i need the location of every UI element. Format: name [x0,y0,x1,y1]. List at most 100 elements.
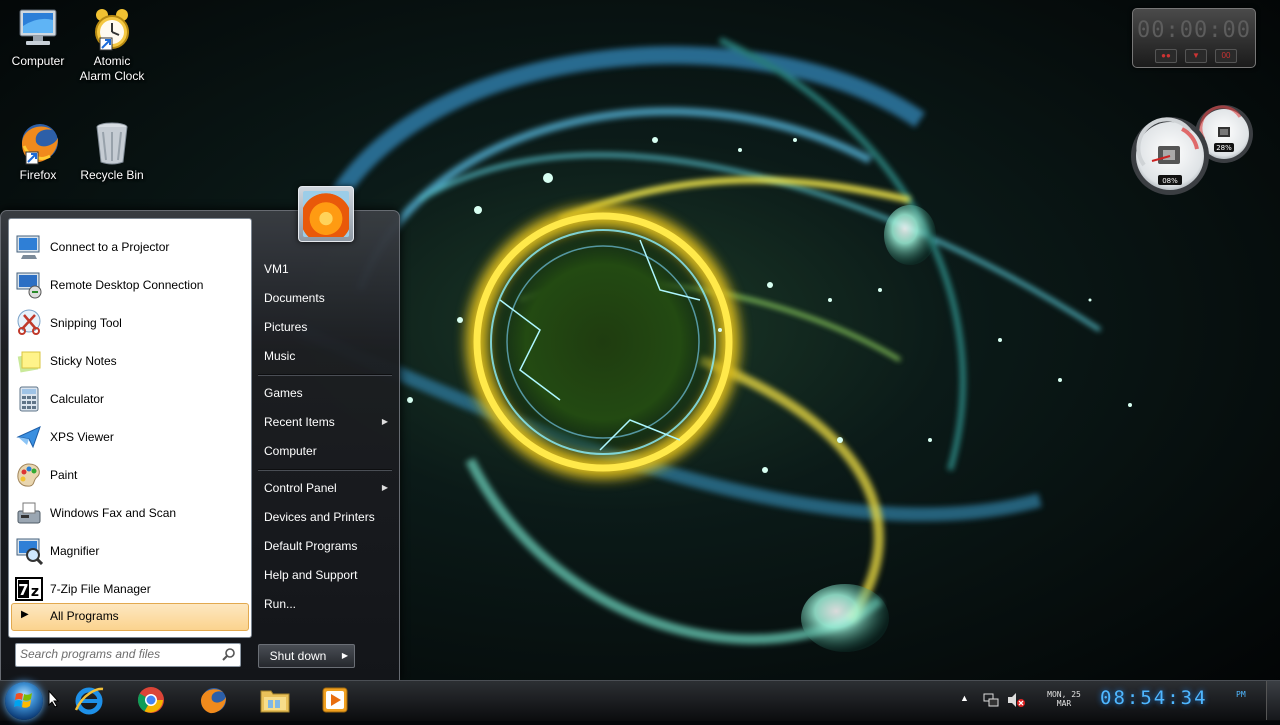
stopwatch-gadget[interactable]: 00:00:00 ●● ▼ 00 [1132,8,1256,68]
program-calculator[interactable]: Calculator [13,381,249,417]
clock-day: MON, 25 [1047,690,1081,699]
right-link-help-and-support[interactable]: Help and Support [256,562,392,588]
link-label: Run... [264,597,297,611]
submenu-arrow-icon: ▶ [381,483,388,492]
menu-separator [258,469,392,471]
show-desktop-button[interactable] [1266,681,1280,720]
search-input[interactable] [20,646,216,662]
taskbar-firefox[interactable] [188,683,238,717]
user-account-picture[interactable] [298,186,354,242]
right-link-music[interactable]: Music [256,343,392,369]
cpu-meter-gadget[interactable]: 28% 08% [1130,103,1256,197]
fax-icon [13,497,45,529]
media-player-icon [322,687,348,713]
menu-separator [258,374,392,376]
flower-picture [303,191,349,237]
show-hidden-icons-button[interactable]: ▲ [960,693,969,703]
right-link-run[interactable]: Run... [256,591,392,617]
stopwatch-start-button[interactable]: ●● [1155,49,1177,63]
taskbar-windows-explorer[interactable] [250,683,300,717]
stopwatch-menu-button[interactable]: ▼ [1185,49,1207,63]
right-link-default-programs[interactable]: Default Programs [256,533,392,559]
all-programs-label: All Programs [50,609,119,623]
right-link-devices-and-printers[interactable]: Devices and Printers [256,504,392,530]
program-remote-desktop-connection[interactable]: Remote Desktop Connection [13,267,249,303]
sticky-notes-icon [13,345,45,377]
7zip-icon: 7z [13,573,45,605]
clock-ampm: PM [1236,690,1246,699]
magnifier-icon [13,535,45,567]
taskbar-chrome[interactable] [126,683,176,717]
desktop-icon-atomic-alarm-clock[interactable]: Atomic Alarm Clock [74,6,150,84]
ram-percent-label: 28% [1216,144,1232,152]
desktop-icon-recycle-bin[interactable]: Recycle Bin [74,120,150,183]
internet-explorer-icon [74,687,104,715]
clock-date[interactable]: MON, 25 MAR [1038,690,1090,708]
right-link-control-panel[interactable]: Control Panel ▶ [256,475,392,501]
windows-logo-icon [14,693,32,708]
volume-muted-icon[interactable] [1007,692,1025,708]
submenu-arrow-icon: ▶ [381,417,388,426]
program-windows-fax-and-scan[interactable]: Windows Fax and Scan [13,495,249,531]
desktop-icon-label: Computer [11,54,65,68]
right-link-games[interactable]: Games [256,380,392,406]
taskbar-media-player[interactable] [310,683,360,717]
network-icon[interactable] [983,692,999,708]
link-label: Documents [264,291,325,305]
program-magnifier[interactable]: Magnifier [13,533,249,569]
right-link-pictures[interactable]: Pictures [256,314,392,340]
link-label: Devices and Printers [264,510,375,524]
cpu-gauge: 08% [1131,117,1209,195]
computer-icon [19,9,57,45]
firefox-icon [201,688,226,714]
taskbar-internet-explorer[interactable] [64,683,114,717]
alarm-clock-icon [95,9,129,51]
program-label: Sticky Notes [50,354,117,368]
cpu-percent-label: 08% [1162,177,1178,185]
start-button[interactable] [5,682,43,720]
program-label: XPS Viewer [50,430,114,444]
all-programs-button[interactable]: ▶ All Programs [11,603,249,631]
clock-time[interactable]: 08:54:34 [1100,687,1208,709]
program-snipping-tool[interactable]: Snipping Tool [13,305,249,341]
svg-text:7: 7 [18,581,28,599]
search-icon[interactable] [222,647,236,661]
link-label: Default Programs [264,539,358,553]
shutdown-options-button[interactable]: ▶ [336,644,355,668]
chrome-icon [137,687,164,713]
expand-arrow-icon: ▶ [21,609,29,620]
firefox-icon [22,124,58,165]
link-label: Help and Support [264,568,358,582]
xps-viewer-icon [13,421,45,453]
shutdown-button[interactable]: Shut down [258,644,338,668]
program-label: Windows Fax and Scan [50,506,177,520]
calculator-icon [13,383,45,415]
desktop-icon-label-line2: Alarm Clock [79,69,145,83]
right-link-documents[interactable]: Documents [256,285,392,311]
program-xps-viewer[interactable]: XPS Viewer [13,419,249,455]
desktop-icon-computer[interactable]: Computer [0,6,76,69]
paint-palette-icon [13,459,45,491]
desktop-icon-label: Firefox [19,168,57,182]
program-label: Connect to a Projector [50,240,170,254]
program-label: Paint [50,468,78,482]
projector-icon [13,231,45,263]
right-link-user-folder[interactable]: VM1 [256,256,392,282]
link-label: Pictures [264,320,308,334]
program-7zip-file-manager[interactable]: 7z 7-Zip File Manager [13,571,249,607]
link-label: Music [264,349,296,363]
link-label: Recent Items [264,415,335,429]
mouse-cursor-icon [48,690,60,708]
stopwatch-time: 00:00:00 [1137,18,1251,43]
desktop-icon-label: Recycle Bin [80,168,144,182]
program-connect-to-projector[interactable]: Connect to a Projector [13,229,249,265]
desktop-icon-firefox[interactable]: Firefox [0,120,76,183]
remote-desktop-icon [13,269,45,301]
right-link-computer[interactable]: Computer [256,438,392,464]
stopwatch-reset-button[interactable]: 00 [1215,49,1237,63]
start-search-box[interactable] [15,643,241,667]
link-label: Control Panel [264,481,337,495]
program-paint[interactable]: Paint [13,457,249,493]
right-link-recent-items[interactable]: Recent Items ▶ [256,409,392,435]
program-sticky-notes[interactable]: Sticky Notes [13,343,249,379]
